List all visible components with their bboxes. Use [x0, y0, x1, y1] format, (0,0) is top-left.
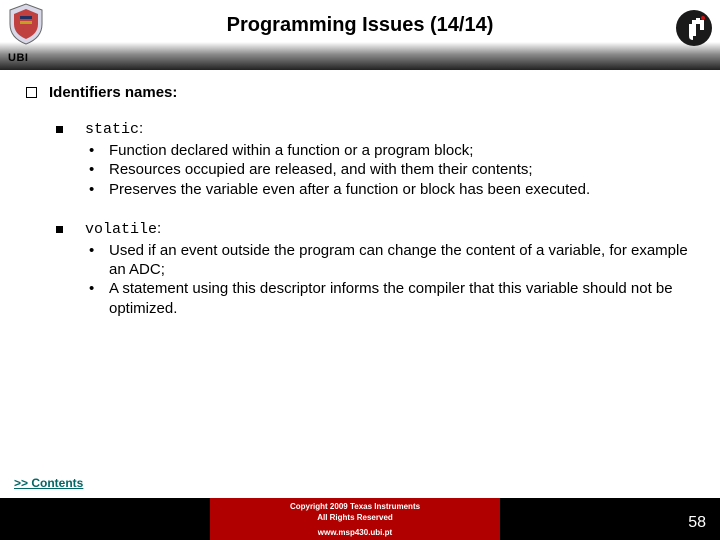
section-volatile: volatile: Used if an event outside the p… [56, 219, 694, 318]
ubi-label: UBI [8, 52, 28, 64]
list-item: Function declared within a function or a… [85, 141, 694, 160]
heading-row: Identifiers names: [26, 84, 694, 101]
bullet-list: Used if an event outside the program can… [85, 241, 694, 318]
keyword-volatile: volatile [85, 221, 157, 238]
footer: Copyright 2009 Texas Instruments All Rig… [0, 498, 720, 540]
contents-link[interactable]: >> Contents [14, 476, 83, 490]
url-line: www.msp430.ubi.pt [210, 528, 500, 539]
hollow-bullet-icon [26, 87, 37, 98]
solid-bullet-icon [56, 126, 63, 133]
header: UBI Programming Issues (14/14) [0, 0, 720, 70]
keyword-static: static [85, 121, 139, 138]
rights-line: All Rights Reserved [210, 513, 500, 524]
list-item: A statement using this descriptor inform… [85, 279, 694, 317]
list-item: Resources occupied are released, and wit… [85, 160, 694, 179]
page-number: 58 [688, 514, 706, 532]
list-item: Used if an event outside the program can… [85, 241, 694, 279]
ti-logo-icon [674, 8, 714, 48]
page-title: Programming Issues (14/14) [0, 14, 720, 37]
content: Identifiers names: static: Function decl… [0, 70, 720, 318]
footer-copyright: Copyright 2009 Texas Instruments All Rig… [210, 498, 500, 540]
copyright-line: Copyright 2009 Texas Instruments [210, 502, 500, 513]
section-body: volatile: Used if an event outside the p… [85, 219, 694, 318]
section-body: static: Function declared within a funct… [85, 119, 694, 199]
heading-text: Identifiers names: [49, 84, 177, 101]
bullet-list: Function declared within a function or a… [85, 141, 694, 199]
solid-bullet-icon [56, 226, 63, 233]
list-item: Preserves the variable even after a func… [85, 180, 694, 199]
section-static: static: Function declared within a funct… [56, 119, 694, 199]
